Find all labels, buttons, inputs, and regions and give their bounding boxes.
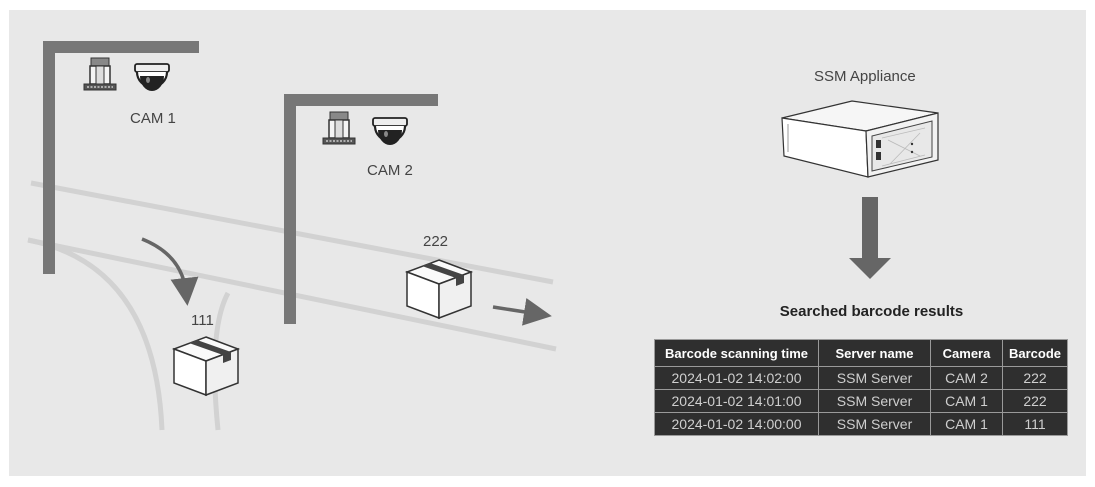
server-appliance-icon (781, 100, 939, 178)
table-cell: 2024-01-02 14:00:00 (654, 412, 819, 436)
table-row: 2024-01-02 14:00:00 SSM Server CAM 1 111 (654, 412, 1069, 436)
box-222-label: 222 (423, 233, 449, 250)
results-table: Barcode scanning time Server name Camera… (654, 339, 1069, 436)
table-cell: CAM 1 (930, 389, 1003, 413)
flow-arrow-icon (849, 197, 891, 279)
table-row: 2024-01-02 14:01:00 SSM Server CAM 1 222 (654, 389, 1069, 413)
table-header-row: Barcode scanning time Server name Camera… (654, 339, 1069, 367)
dome-camera-icon (371, 116, 409, 147)
table-cell: SSM Server (818, 366, 931, 390)
table-row: 2024-01-02 14:02:00 SSM Server CAM 2 222 (654, 366, 1069, 390)
table-cell: CAM 1 (930, 412, 1003, 436)
box-111-label: 111 (191, 312, 214, 329)
table-cell: 2024-01-02 14:01:00 (654, 389, 819, 413)
table-cell: 222 (1001, 389, 1069, 413)
table-cell: SSM Server (818, 389, 931, 413)
column-header: Barcode (1001, 339, 1069, 367)
flow-arrow-icon (492, 298, 552, 326)
package-box-icon (406, 259, 472, 319)
column-header: Camera (930, 339, 1003, 367)
cam2-label: CAM 2 (367, 162, 413, 179)
table-cell: 222 (1001, 366, 1069, 390)
table-cell: 111 (1001, 412, 1069, 436)
barcode-scanner-icon (83, 57, 117, 91)
dome-camera-icon (133, 62, 171, 93)
table-cell: 2024-01-02 14:02:00 (654, 366, 819, 390)
table-cell: CAM 2 (930, 366, 1003, 390)
table-cell: SSM Server (818, 412, 931, 436)
column-header: Server name (818, 339, 931, 367)
results-title: Searched barcode results (779, 303, 964, 320)
column-header: Barcode scanning time (654, 339, 819, 367)
camera-pole-1 (43, 41, 199, 274)
barcode-scanner-icon (322, 111, 356, 145)
cam1-label: CAM 1 (130, 110, 176, 127)
package-box-icon (173, 336, 239, 396)
appliance-label: SSM Appliance (814, 68, 916, 85)
